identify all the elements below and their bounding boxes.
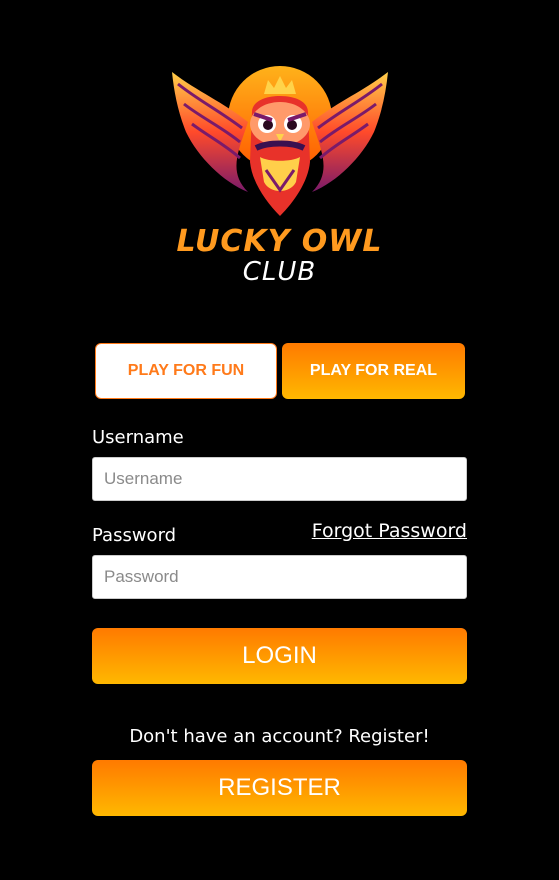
play-for-real-button[interactable]: PLAY FOR REAL [282,343,465,399]
play-for-fun-button[interactable]: PLAY FOR FUN [95,343,277,399]
register-prompt: Don't have an account? Register! [129,726,430,747]
password-label: Password [92,525,177,546]
brand-title: LUCKY OWL [176,224,383,259]
owl-logo-icon [172,66,388,216]
login-page: LUCKY OWL CLUB PLAY FOR FUN PLAY FOR REA… [0,0,559,880]
brand-subtitle: CLUB [242,257,317,287]
username-label: Username [92,427,184,448]
forgot-password-link[interactable]: Forgot Password [312,520,467,542]
register-button[interactable]: REGISTER [92,760,467,816]
username-input[interactable] [92,457,467,501]
login-button[interactable]: LOGIN [92,628,467,684]
password-input[interactable] [92,555,467,599]
